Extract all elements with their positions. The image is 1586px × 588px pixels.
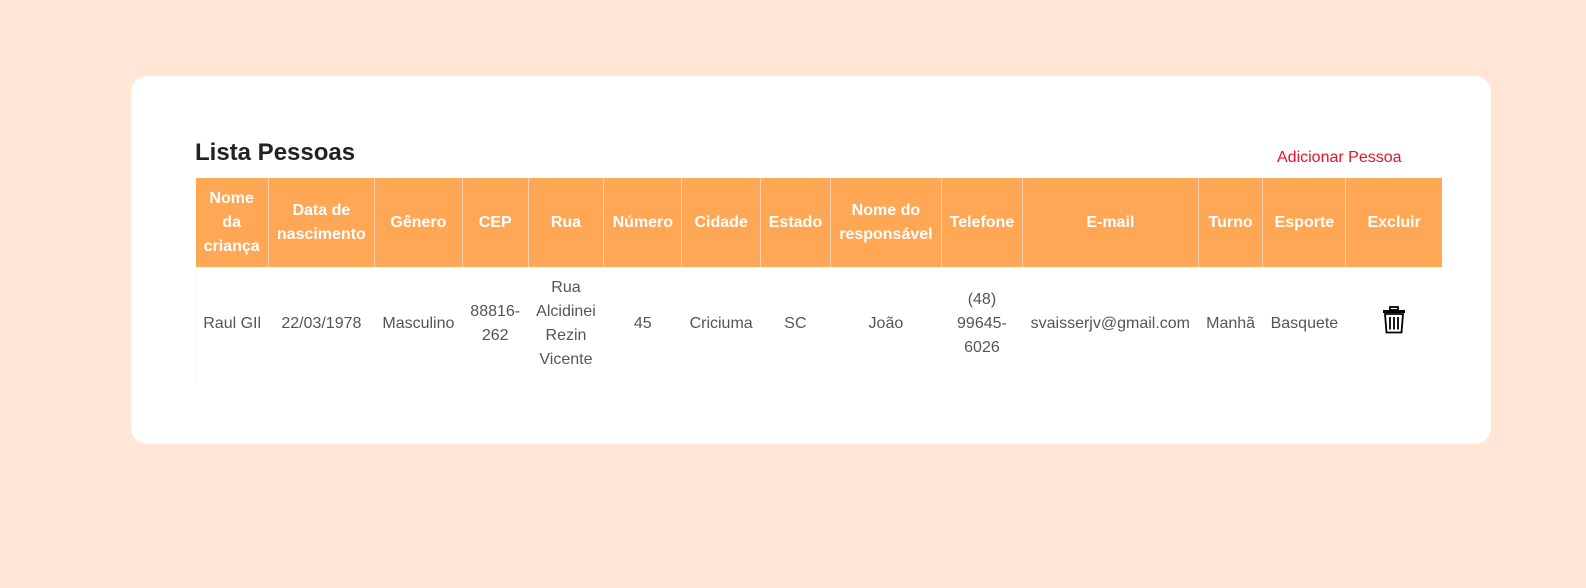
column-header-street: Rua: [527, 178, 605, 267]
column-header-birth-date: Data de nascimento: [267, 178, 375, 267]
table-row: Raul GIl 22/03/1978 Masculino 88816-262 …: [195, 267, 1442, 380]
column-header-gender: Gênero: [373, 178, 463, 267]
cell-delete: [1345, 267, 1442, 380]
column-header-state: Estado: [760, 178, 831, 267]
cell-cep: 88816-262: [462, 267, 529, 380]
cell-gender: Masculino: [374, 267, 463, 380]
person-list-card: Lista Pessoas Adicionar Pessoa Nome da c…: [131, 76, 1491, 444]
column-header-shift: Turno: [1197, 178, 1264, 267]
cell-phone: (48) 99645-6026: [941, 267, 1023, 380]
trash-icon[interactable]: [1382, 305, 1406, 342]
column-header-guardian-name: Nome do responsável: [829, 178, 943, 267]
cell-street: Rua Alcidinei Rezin Vicente: [528, 267, 604, 380]
cell-sport: Basquete: [1262, 267, 1346, 380]
column-header-cep: CEP: [461, 178, 529, 267]
cell-shift: Manhã: [1198, 267, 1263, 380]
column-header-sport: Esporte: [1262, 178, 1347, 267]
column-header-phone: Telefone: [941, 178, 1023, 267]
cell-state: SC: [760, 267, 831, 380]
cell-guardian-name: João: [830, 267, 942, 380]
cell-email: svaisserjv@gmail.com: [1022, 267, 1199, 380]
table-header-row: Nome da criança Data de nascimento Gêner…: [195, 178, 1442, 267]
column-header-email: E-mail: [1021, 178, 1199, 267]
column-header-number: Número: [603, 178, 683, 267]
cell-child-name: Raul GIl: [195, 267, 269, 380]
cell-number: 45: [603, 267, 682, 380]
people-table: Nome da criança Data de nascimento Gêner…: [195, 178, 1442, 380]
cell-birth-date: 22/03/1978: [268, 267, 375, 380]
page-title: Lista Pessoas: [195, 139, 356, 166]
column-header-city: Cidade: [681, 178, 762, 267]
column-header-delete: Excluir: [1345, 178, 1442, 267]
add-person-link[interactable]: Adicionar Pessoa: [1277, 149, 1402, 167]
cell-city: Criciuma: [681, 267, 761, 380]
column-header-child-name: Nome da criança: [195, 178, 269, 267]
